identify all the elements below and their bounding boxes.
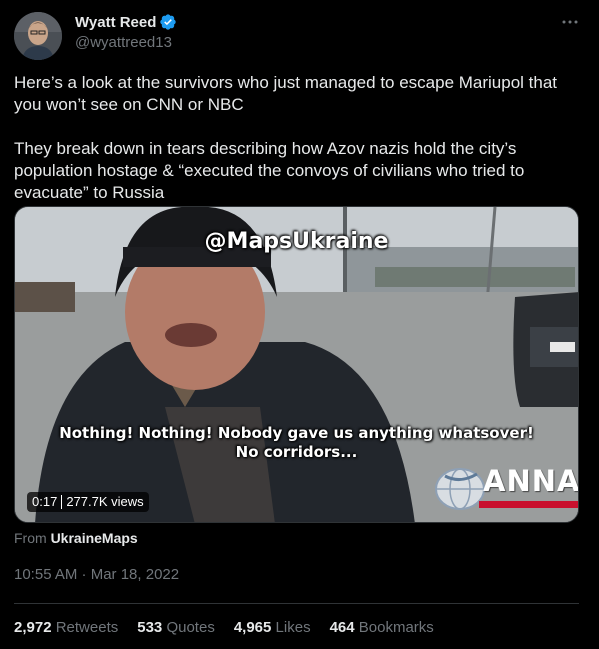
badge-divider — [61, 495, 63, 509]
stat-retweets[interactable]: 2,972 Retweets — [14, 619, 118, 636]
stat-label: Likes — [275, 619, 311, 636]
anna-logo: ANNA — [433, 462, 579, 514]
tweet: Wyatt Reed @wyattreed13 Here’s a look at… — [0, 0, 599, 649]
verified-badge-icon — [160, 14, 177, 30]
anna-logo-bar — [479, 501, 578, 508]
video-subtitle: Nothing! Nothing! Nobody gave us anythin… — [15, 424, 578, 462]
more-options-button[interactable] — [556, 12, 584, 32]
avatar[interactable] — [14, 12, 62, 60]
stat-label: Bookmarks — [358, 619, 434, 636]
stat-label: Quotes — [166, 619, 215, 636]
subtitle-line: No corridors... — [235, 443, 358, 461]
stat-likes[interactable]: 4,965 Likes — [234, 619, 311, 636]
video-duration: 0:17 — [32, 494, 58, 509]
stat-bookmarks[interactable]: 464 Bookmarks — [330, 619, 434, 636]
tweet-timestamp[interactable]: 10:55 AM · Mar 18, 2022 — [14, 566, 179, 583]
stat-quotes[interactable]: 533 Quotes — [137, 619, 215, 636]
subtitle-line: Nothing! Nothing! Nobody gave us anythin… — [59, 424, 534, 442]
stat-value: 464 — [329, 619, 355, 636]
tweet-paragraph: Here’s a look at the survivors who just … — [14, 73, 558, 114]
stat-value: 2,972 — [14, 619, 52, 636]
anna-logo-text: ANNA — [483, 464, 579, 498]
author-display-name[interactable]: Wyatt Reed — [75, 14, 156, 31]
video-duration-badge: 0:17 277.7K views — [27, 492, 149, 512]
stat-value: 533 — [137, 619, 163, 636]
stat-value: 4,965 — [233, 619, 272, 636]
video-player[interactable]: @MapsUkraine Nothing! Nothing! Nobody ga… — [14, 206, 579, 523]
author-name[interactable]: Wyatt Reed — [75, 13, 177, 31]
video-watermark: @MapsUkraine — [204, 229, 389, 254]
media-source: From UkraineMaps — [14, 530, 138, 546]
more-horizontal-icon — [562, 20, 578, 24]
source-prefix: From — [14, 530, 47, 546]
engagement-stats: 2,972 Retweets 533 Quotes 4,965 Likes 46… — [14, 619, 434, 636]
stat-label: Retweets — [55, 619, 119, 636]
tweet-text: Here’s a look at the survivors who just … — [14, 72, 584, 204]
divider — [14, 603, 579, 604]
tweet-paragraph: They break down in tears describing how … — [14, 139, 525, 202]
video-views: 277.7K views — [66, 494, 144, 509]
source-link[interactable]: UkraineMaps — [51, 530, 138, 546]
author-handle[interactable]: @wyattreed13 — [75, 34, 172, 51]
